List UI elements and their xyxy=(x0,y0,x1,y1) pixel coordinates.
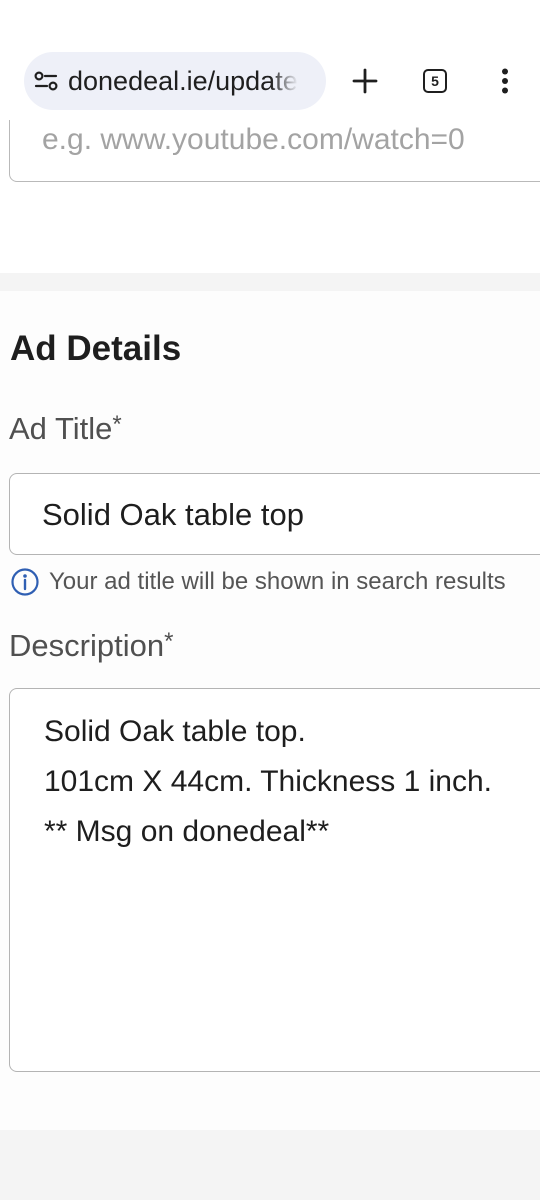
hint-text: Your ad title will be shown in search re… xyxy=(49,568,506,595)
tab-switcher-icon: 5 xyxy=(423,69,447,93)
page: donedeal.ie/update 5 Ad Details xyxy=(0,0,540,1200)
description-line[interactable]: 101cm X 44cm. Thickness 1 inch. xyxy=(44,765,492,799)
description-textarea[interactable]: Solid Oak table top. 101cm X 44cm. Thick… xyxy=(9,688,540,1072)
info-icon xyxy=(11,568,39,596)
ad-title-label-text: Ad Title xyxy=(9,411,113,446)
description-label-text: Description xyxy=(9,628,165,663)
section-divider xyxy=(0,273,540,291)
browser-menu-button[interactable] xyxy=(482,58,528,104)
tab-switcher-button[interactable]: 5 xyxy=(412,58,458,104)
description-line[interactable]: Solid Oak table top. xyxy=(44,715,306,749)
tab-count: 5 xyxy=(431,73,439,89)
site-settings-icon[interactable] xyxy=(33,70,59,92)
more-vert-icon xyxy=(502,68,508,94)
ad-title-hint: Your ad title will be shown in search re… xyxy=(10,566,506,598)
browser-toolbar: donedeal.ie/update 5 xyxy=(0,0,540,120)
description-line[interactable]: ** Msg on donedeal** xyxy=(44,815,329,849)
ad-title-field[interactable] xyxy=(9,473,540,555)
ad-details-section: Ad Details Ad Title* Your ad title will … xyxy=(0,291,540,1130)
address-bar[interactable]: donedeal.ie/update xyxy=(24,52,326,110)
plus-icon xyxy=(352,68,378,94)
video-url-input[interactable] xyxy=(42,117,540,163)
url-text[interactable]: donedeal.ie/update xyxy=(68,66,298,97)
required-marker: * xyxy=(164,628,174,655)
ad-title-label: Ad Title* xyxy=(9,411,122,447)
description-label: Description* xyxy=(9,628,173,664)
new-tab-button[interactable] xyxy=(342,58,388,104)
required-marker: * xyxy=(112,411,122,438)
ad-title-input[interactable] xyxy=(42,492,540,538)
section-title: Ad Details xyxy=(10,329,182,368)
section-divider xyxy=(0,1130,540,1200)
